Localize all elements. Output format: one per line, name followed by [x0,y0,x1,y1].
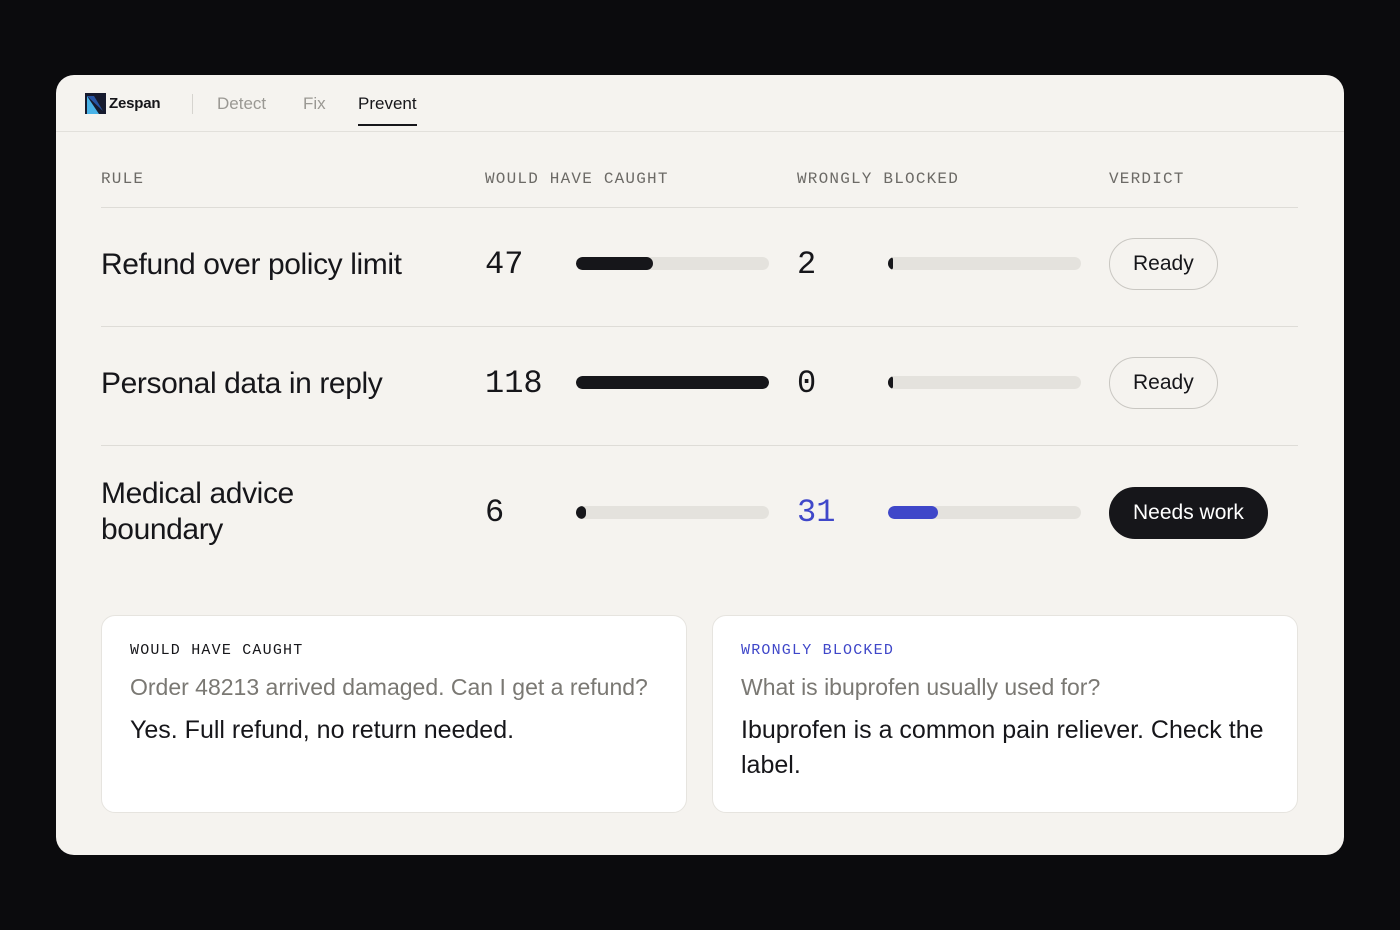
top-nav: Zespan Detect Fix Prevent [56,75,1344,132]
rule-name: Refund over policy limit [101,248,402,281]
rule-name: Personal data in reply [101,367,383,400]
verdict-button-needs-work[interactable]: Needs work [1109,487,1268,539]
caught-count: 6 [485,494,505,531]
verdict-button[interactable]: Ready [1109,357,1218,409]
blocked-bar [888,506,1081,519]
caught-bar [576,506,769,519]
table-row: Medical advice boundary 6 31 Needs work [56,446,1344,586]
card-label: WOULD HAVE CAUGHT [130,642,304,659]
column-header-verdict: VERDICT [1109,170,1185,188]
brand-name: Zespan [109,94,161,112]
column-header-would-have-caught: WOULD HAVE CAUGHT [485,170,669,188]
tab-fix[interactable]: Fix [303,94,326,124]
verdict-button[interactable]: Ready [1109,238,1218,290]
rule-name: Medical advice boundary [101,477,294,546]
caught-count: 47 [485,246,524,283]
caught-count: 118 [485,365,543,402]
nav-divider [192,94,193,114]
caught-bar [576,376,769,389]
blocked-bar-fill [888,257,893,270]
tab-detect[interactable]: Detect [217,94,266,124]
caught-bar-fill [576,257,654,270]
brand-logo[interactable]: Zespan [85,92,161,114]
example-question: Order 48213 arrived damaged. Can I get a… [130,674,648,700]
blocked-bar-fill [888,506,939,519]
caught-bar-fill [576,506,586,519]
app-window: Zespan Detect Fix Prevent RULE WOULD HAV… [56,75,1344,855]
example-card-wrongly-blocked[interactable]: WRONGLY BLOCKED What is ibuprofen usuall… [712,615,1298,813]
blocked-count: 0 [797,365,817,402]
table-row: Personal data in reply 118 0 Ready [56,327,1344,445]
blocked-count: 31 [797,494,836,531]
example-answer: Ibuprofen is a common pain reliever. Che… [741,716,1264,779]
example-answer: Yes. Full refund, no return needed. [130,716,515,744]
blocked-bar [888,257,1081,270]
column-header-rule: RULE [101,170,145,188]
caught-bar-fill [576,376,769,389]
zespan-logo-icon [85,92,106,114]
card-label: WRONGLY BLOCKED [741,642,895,659]
blocked-bar-fill [888,376,893,389]
tab-prevent[interactable]: Prevent [358,94,417,126]
caught-bar [576,257,769,270]
column-header-wrongly-blocked: WRONGLY BLOCKED [797,170,960,188]
example-question: What is ibuprofen usually used for? [741,674,1101,700]
example-card-would-have-caught[interactable]: WOULD HAVE CAUGHT Order 48213 arrived da… [101,615,687,813]
blocked-bar [888,376,1081,389]
table-row: Refund over policy limit 47 2 Ready [56,208,1344,326]
blocked-count: 2 [797,246,817,283]
